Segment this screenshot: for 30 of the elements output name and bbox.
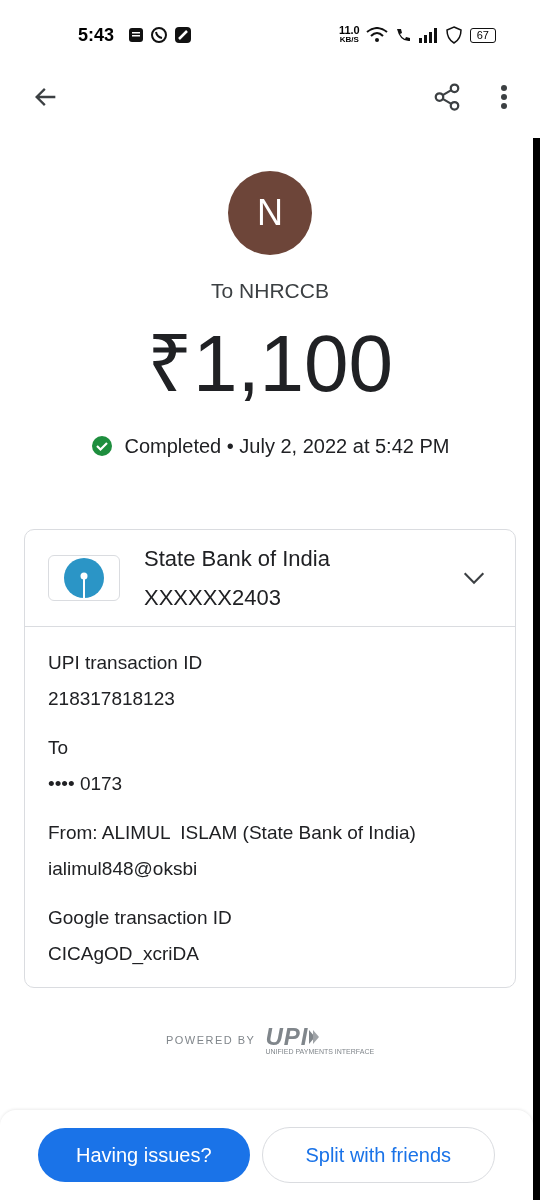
detail-label: To [48,735,70,760]
detail-label: From: ALIMUL ISLAM (State Bank of India) [48,820,417,845]
avatar: N [228,171,312,255]
detail-label: UPI transaction ID [48,650,204,675]
bank-name: State Bank of India [144,544,330,573]
wifi-icon [365,27,388,43]
share-icon [432,82,462,112]
action-button[interactable]: Having issues? [38,1128,250,1182]
speed-unit: KB/S [339,35,359,44]
app-icon [174,26,193,44]
message-icon [128,27,145,43]
powered-by-text: POWERED BY [165,1033,256,1049]
detail-value: CICAgOD_xcriDA [48,942,200,967]
network-speed: 11.0 [338,26,360,35]
detail-value: •••• 0173 [48,772,124,796]
account-number: XXXXXX2403 [144,583,282,612]
detail-value: 218317818123 [48,687,176,711]
signal-icon [417,27,438,43]
shield-icon [445,26,462,44]
battery-indicator: 67 [469,27,496,43]
status-text: Completed • July 2, 2022 at 5:42 PM [124,433,450,459]
detail-value: ialimul848@oksbi [48,857,199,881]
more-icon [500,84,508,110]
amount: ₹1,100 [146,318,394,409]
status-time: 5:43 [78,23,115,47]
chat-icon [150,26,169,44]
action-button[interactable]: Split with friends [261,1127,495,1183]
bank-logo-icon [48,554,120,601]
payee-name: To NHRCCB [211,278,329,304]
detail-label: Google transaction ID [48,905,233,930]
